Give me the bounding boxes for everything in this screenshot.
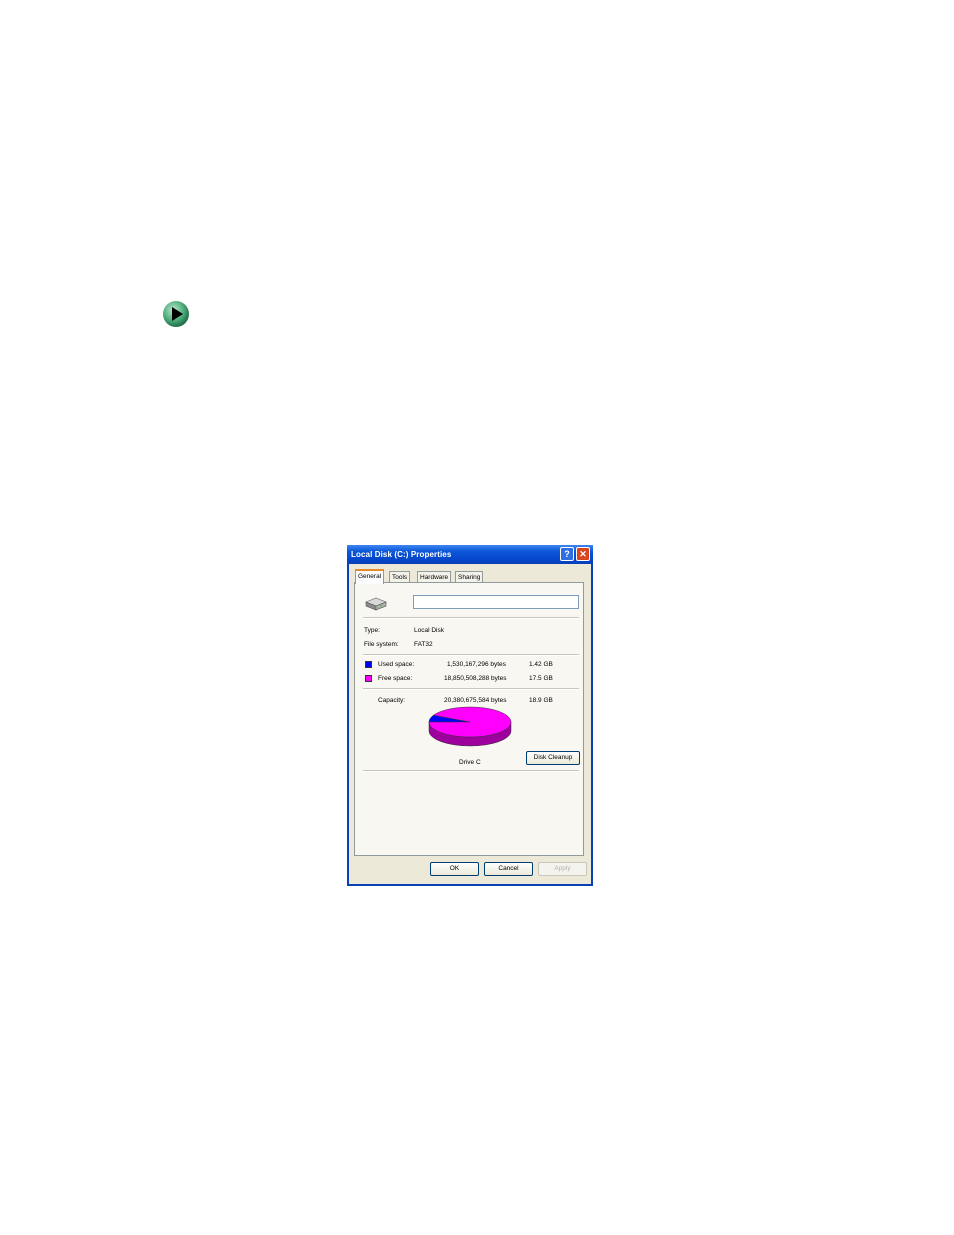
volume-label-input[interactable] — [413, 595, 579, 609]
disk-usage-pie-chart — [428, 706, 512, 747]
separator — [363, 617, 579, 619]
title-bar[interactable]: Local Disk (C:) Properties ? ✕ — [347, 545, 593, 564]
separator — [363, 770, 579, 772]
free-space-gb: 17.5 GB — [529, 675, 553, 682]
capacity-label: Capacity: — [378, 697, 406, 704]
tab-general[interactable]: General — [355, 569, 385, 584]
apply-button[interactable]: Apply — [538, 862, 587, 876]
used-space-label: Used space: — [378, 661, 415, 668]
cancel-button[interactable]: Cancel — [484, 862, 533, 876]
arrow-bullet-icon — [163, 301, 189, 327]
used-space-gb: 1.42 GB — [529, 661, 553, 668]
hard-drive-icon — [365, 597, 387, 611]
free-space-label: Free space: — [378, 675, 413, 682]
close-button[interactable]: ✕ — [576, 547, 590, 561]
file-system-value: FAT32 — [414, 641, 433, 648]
capacity-gb: 18.9 GB — [529, 697, 553, 704]
properties-dialog: Local Disk (C:) Properties ? ✕ General T… — [347, 545, 593, 886]
drive-caption: Drive C — [459, 759, 481, 766]
help-button[interactable]: ? — [560, 547, 574, 561]
separator — [363, 688, 579, 690]
used-space-bytes: 1,530,167,296 bytes — [447, 661, 506, 668]
file-system-label: File system: — [364, 641, 399, 648]
separator — [363, 654, 579, 656]
free-space-bytes: 18,850,508,288 bytes — [444, 675, 507, 682]
capacity-bytes: 20,380,675,584 bytes — [444, 697, 507, 704]
dialog-title: Local Disk (C:) Properties — [351, 550, 452, 559]
free-space-swatch — [365, 675, 372, 682]
ok-button[interactable]: OK — [430, 862, 479, 876]
disk-cleanup-button[interactable]: Disk Cleanup — [526, 751, 580, 765]
pie-slice-free-space — [428, 706, 512, 738]
type-value: Local Disk — [414, 627, 444, 634]
general-panel: Type: Local Disk File system: FAT32 Used… — [354, 582, 584, 856]
used-space-swatch — [365, 661, 372, 668]
type-label: Type: — [364, 627, 380, 634]
